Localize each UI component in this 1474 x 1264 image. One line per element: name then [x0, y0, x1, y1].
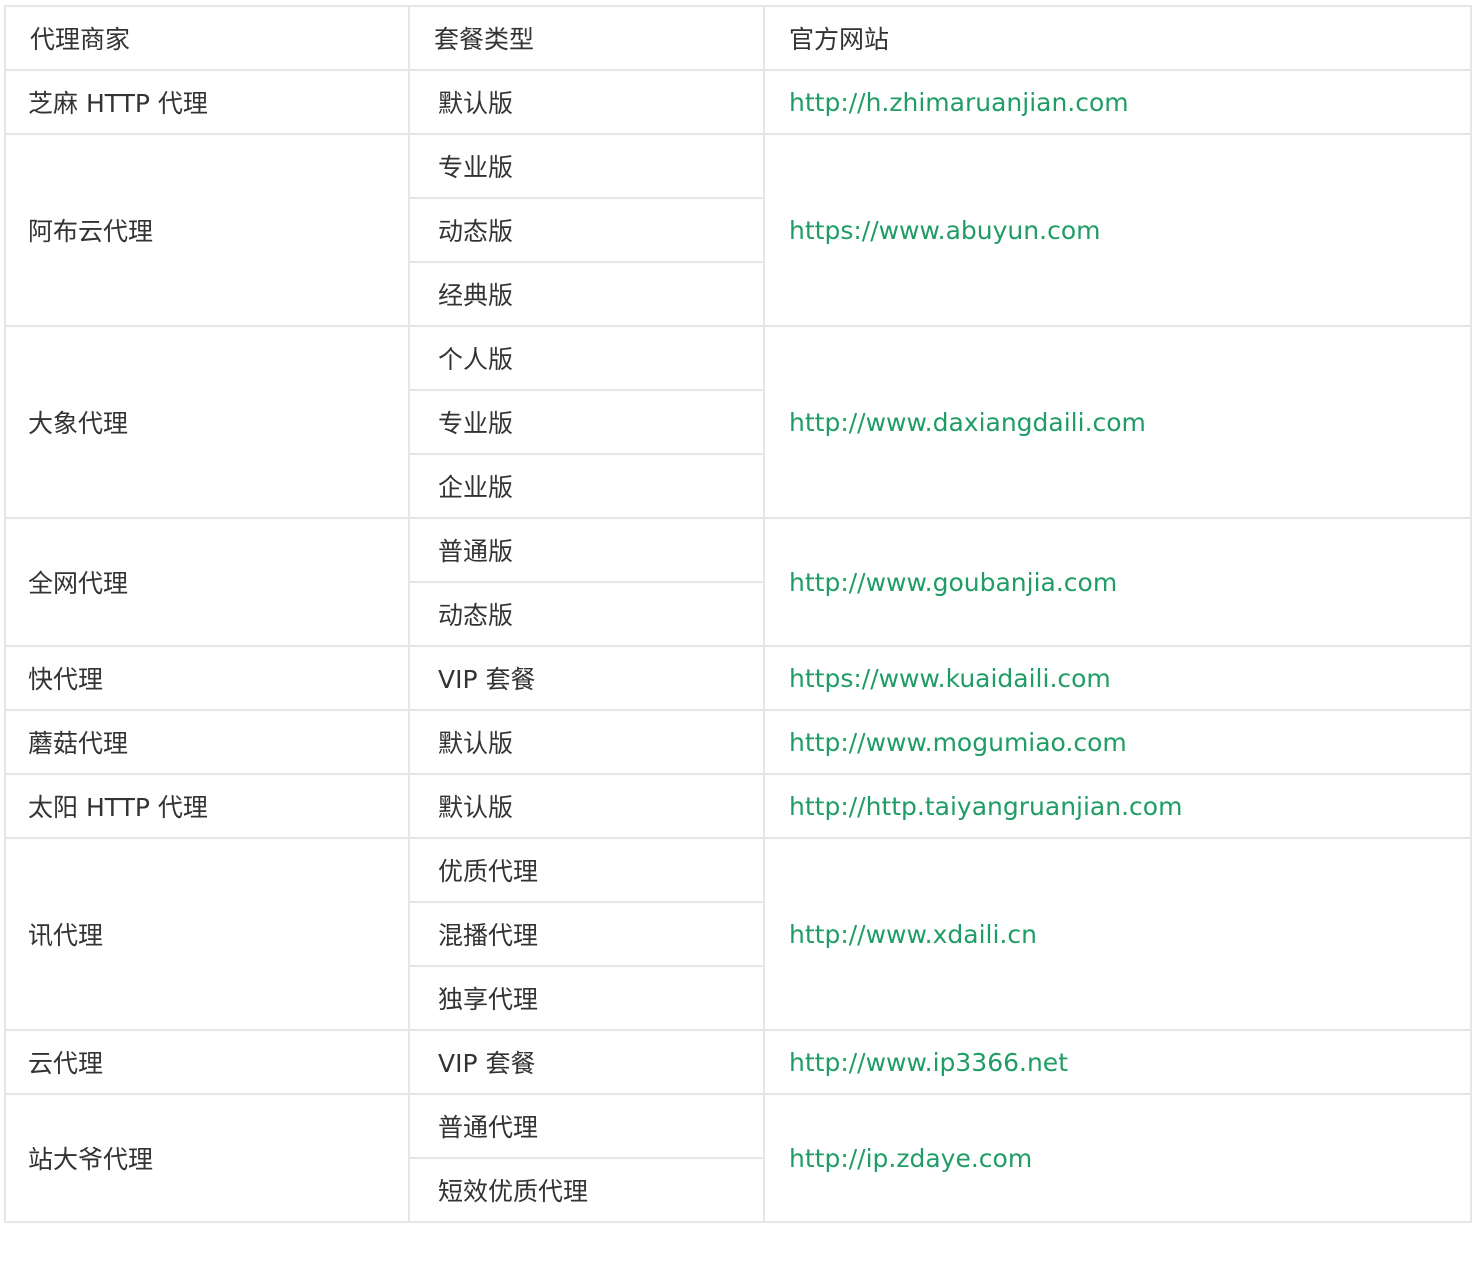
table-body: 芝麻 HTTP 代理 默认版 http://h.zhimaruanjian.com 阿…	[4, 69, 1472, 1223]
website-cell: http://www.ip3366.net	[763, 1029, 1472, 1095]
website-link[interactable]: http://h.zhimaruanjian.com	[789, 88, 1129, 117]
table-row: 阿布云代理 专业版 https://www.abuyun.com	[4, 133, 1472, 327]
package-cell: 优质代理	[408, 837, 765, 903]
header-package: 套餐类型	[408, 5, 765, 71]
package-cell: 专业版	[408, 389, 765, 455]
package-cell: 短效优质代理	[408, 1157, 765, 1223]
table-row: 讯代理 优质代理 http://www.xdaili.cn	[4, 837, 1472, 1031]
website-cell: http://ip.zdaye.com	[763, 1093, 1472, 1223]
website-link[interactable]: https://www.abuyun.com	[789, 216, 1100, 245]
website-link[interactable]: https://www.kuaidaili.com	[789, 664, 1111, 693]
vendor-cell: 云代理	[4, 1029, 410, 1095]
website-cell: http://h.zhimaruanjian.com	[763, 69, 1472, 135]
package-cell: 普通版	[408, 517, 765, 583]
vendor-cell: 芝麻 HTTP 代理	[4, 69, 410, 135]
proxy-vendor-table-container: 代理商家 套餐类型 官方网站 芝麻 HTTP 代理 默认版 http://h.zhi…	[4, 5, 1472, 1223]
website-link[interactable]: http://http.taiyangruanjian.com	[789, 792, 1182, 821]
package-cell: 默认版	[408, 773, 765, 839]
package-cell: 独享代理	[408, 965, 765, 1031]
table-row: 快代理 VIP 套餐 https://www.kuaidaili.com	[4, 645, 1472, 711]
website-link[interactable]: http://www.ip3366.net	[789, 1048, 1068, 1077]
table-row: 大象代理 个人版 http://www.daxiangdaili.com	[4, 325, 1472, 519]
package-cell: 混播代理	[408, 901, 765, 967]
table-header-row: 代理商家 套餐类型 官方网站	[4, 5, 1472, 71]
website-cell: http://www.xdaili.cn	[763, 837, 1472, 1031]
package-cell: 专业版	[408, 133, 765, 199]
proxy-vendor-table: 代理商家 套餐类型 官方网站 芝麻 HTTP 代理 默认版 http://h.zhi…	[4, 5, 1472, 1223]
website-cell: http://www.daxiangdaili.com	[763, 325, 1472, 519]
website-link[interactable]: http://ip.zdaye.com	[789, 1144, 1032, 1173]
package-cell: 动态版	[408, 197, 765, 263]
vendor-cell: 全网代理	[4, 517, 410, 647]
website-link[interactable]: http://www.xdaili.cn	[789, 920, 1037, 949]
table-row: 云代理 VIP 套餐 http://www.ip3366.net	[4, 1029, 1472, 1095]
package-cell: 普通代理	[408, 1093, 765, 1159]
vendor-cell: 阿布云代理	[4, 133, 410, 327]
table-row: 蘑菇代理 默认版 http://www.mogumiao.com	[4, 709, 1472, 775]
website-link[interactable]: http://www.daxiangdaili.com	[789, 408, 1146, 437]
table-row: 太阳 HTTP 代理 默认版 http://http.taiyangruanjian…	[4, 773, 1472, 839]
header-vendor: 代理商家	[4, 5, 410, 71]
package-cell: 动态版	[408, 581, 765, 647]
website-cell: https://www.kuaidaili.com	[763, 645, 1472, 711]
package-cell: VIP 套餐	[408, 645, 765, 711]
vendor-cell: 站大爷代理	[4, 1093, 410, 1223]
website-cell: http://www.mogumiao.com	[763, 709, 1472, 775]
table-row: 站大爷代理 普通代理 http://ip.zdaye.com	[4, 1093, 1472, 1223]
package-cell: 默认版	[408, 709, 765, 775]
package-cell: 经典版	[408, 261, 765, 327]
website-cell: https://www.abuyun.com	[763, 133, 1472, 327]
package-cell: 个人版	[408, 325, 765, 391]
vendor-cell: 讯代理	[4, 837, 410, 1031]
website-link[interactable]: http://www.goubanjia.com	[789, 568, 1117, 597]
vendor-cell: 快代理	[4, 645, 410, 711]
table-row: 全网代理 普通版 http://www.goubanjia.com	[4, 517, 1472, 647]
package-cell: 默认版	[408, 69, 765, 135]
package-cell: VIP 套餐	[408, 1029, 765, 1095]
vendor-cell: 太阳 HTTP 代理	[4, 773, 410, 839]
website-link[interactable]: http://www.mogumiao.com	[789, 728, 1127, 757]
header-website: 官方网站	[763, 5, 1472, 71]
website-cell: http://www.goubanjia.com	[763, 517, 1472, 647]
vendor-cell: 大象代理	[4, 325, 410, 519]
website-cell: http://http.taiyangruanjian.com	[763, 773, 1472, 839]
table-row: 芝麻 HTTP 代理 默认版 http://h.zhimaruanjian.com	[4, 69, 1472, 135]
vendor-cell: 蘑菇代理	[4, 709, 410, 775]
package-cell: 企业版	[408, 453, 765, 519]
